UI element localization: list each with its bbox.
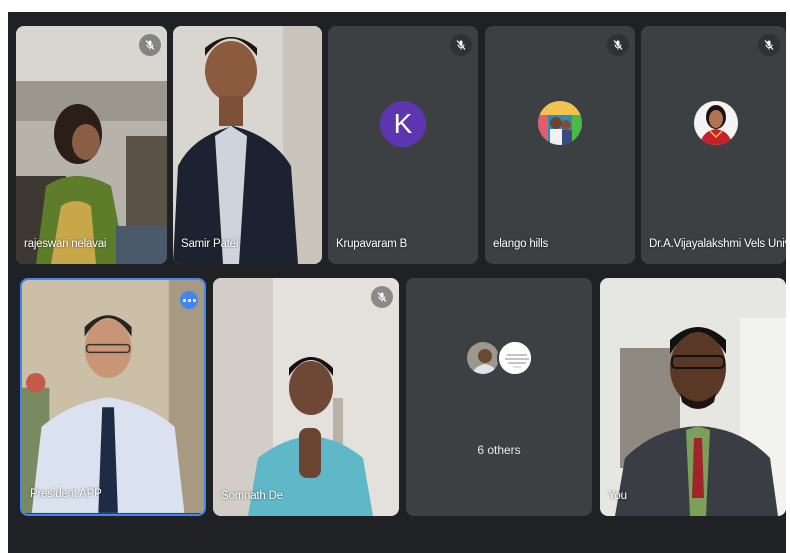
avatar xyxy=(465,340,501,376)
more-options-icon[interactable] xyxy=(180,291,198,309)
participant-name: Samir Patel xyxy=(181,238,239,250)
participant-tile-samir[interactable]: Samir Patel xyxy=(173,26,322,264)
avatar xyxy=(694,101,738,145)
participant-tile-krupavaram[interactable]: K Krupavaram B xyxy=(328,26,478,264)
mic-off-icon xyxy=(607,34,629,56)
participant-video xyxy=(213,278,399,516)
self-view-video xyxy=(600,278,786,516)
participant-video xyxy=(22,280,204,513)
avatar xyxy=(538,101,582,145)
participant-tile-vijayalakshmi[interactable]: Dr.A.Vijayalakshmi Vels University xyxy=(641,26,786,264)
participant-name: You xyxy=(608,490,627,502)
participant-name: Dr.A.Vijayalakshmi Vels University xyxy=(649,238,786,250)
participant-tile-you[interactable]: You xyxy=(600,278,786,516)
participant-tile-somnath[interactable]: Somnath De xyxy=(213,278,399,516)
mic-off-icon xyxy=(139,34,161,56)
avatar: K xyxy=(380,101,426,147)
participant-name: elango hills xyxy=(493,238,549,250)
participant-tile-elango[interactable]: elango hills xyxy=(485,26,635,264)
participant-name: rajeswari nelavai xyxy=(24,238,107,250)
mic-off-icon xyxy=(371,286,393,308)
participant-tile-others[interactable]: 6 others xyxy=(406,278,592,516)
mic-off-icon xyxy=(758,34,780,56)
participant-name: Krupavaram B xyxy=(336,238,408,250)
avatar-initial: K xyxy=(393,108,413,139)
participant-name: President APP xyxy=(30,488,102,500)
participant-tile-president[interactable]: President APP xyxy=(20,278,206,516)
participant-name: Somnath De xyxy=(221,490,283,502)
participant-video xyxy=(173,26,322,264)
others-count-label: 6 others xyxy=(477,443,521,457)
participant-video xyxy=(16,26,167,264)
meeting-grid: rajeswari nelavai Samir Patel K Krupavar… xyxy=(8,12,786,553)
mic-off-icon xyxy=(450,34,472,56)
participant-tile-rajeswari[interactable]: rajeswari nelavai xyxy=(16,26,167,264)
avatar xyxy=(497,340,533,376)
